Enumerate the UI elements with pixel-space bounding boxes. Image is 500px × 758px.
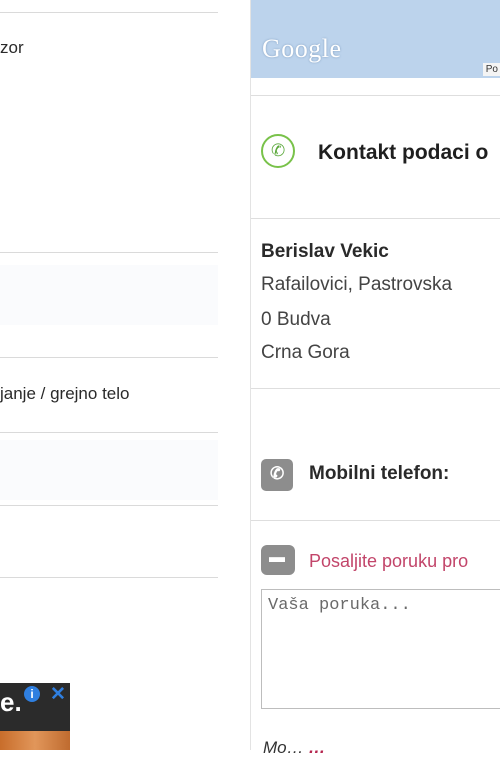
left-row-label[interactable]: zor [0, 38, 24, 58]
divider [251, 388, 500, 389]
divider [251, 520, 500, 521]
info-icon[interactable]: i [24, 686, 40, 702]
divider [0, 252, 218, 253]
advertisement[interactable]: e. i ✕ [0, 683, 70, 750]
divider [0, 357, 218, 358]
contact-title: Kontakt podaci o [318, 141, 489, 164]
divider [0, 432, 218, 433]
contact-name: Berislav Vekic [261, 241, 389, 262]
divider [0, 577, 218, 578]
address-street: Rafailovici, Pastrovska [261, 274, 453, 295]
google-logo: Google [262, 34, 342, 63]
contact-panel: Google Po ✆ Kontakt podaci o Berislav Ve… [250, 0, 500, 757]
close-icon[interactable]: ✕ [50, 683, 66, 706]
address-country: Crna Gora [261, 342, 350, 363]
faded-row [0, 440, 218, 500]
speech-bubble-icon: ▬ [261, 545, 295, 575]
ad-image [0, 731, 70, 750]
bottom-note-emphasis[interactable]: … [308, 738, 325, 757]
divider [251, 95, 500, 96]
bottom-note-text: Mo… [263, 738, 304, 757]
address-city: 0 Budva [261, 309, 331, 330]
map-widget[interactable]: Google Po [251, 0, 500, 78]
left-row-label[interactable]: janje / grejno telo [0, 384, 129, 404]
divider [251, 218, 500, 219]
left-panel: zor janje / grejno telo e. i ✕ [0, 0, 218, 750]
divider [0, 505, 218, 506]
message-textarea[interactable] [261, 589, 500, 709]
phone-icon: ✆ [261, 134, 295, 168]
faded-row [0, 265, 218, 325]
send-message-link[interactable]: Posaljite poruku pro [309, 551, 468, 572]
ad-text: e. [0, 687, 22, 717]
map-corner-label[interactable]: Po [482, 63, 500, 76]
bottom-note: Mo… … [263, 738, 325, 758]
ad-banner: e. i ✕ [0, 683, 70, 731]
mobile-phone-icon: ✆ [261, 459, 293, 491]
divider [0, 12, 218, 13]
mobile-label: Mobilni telefon: [309, 463, 450, 484]
